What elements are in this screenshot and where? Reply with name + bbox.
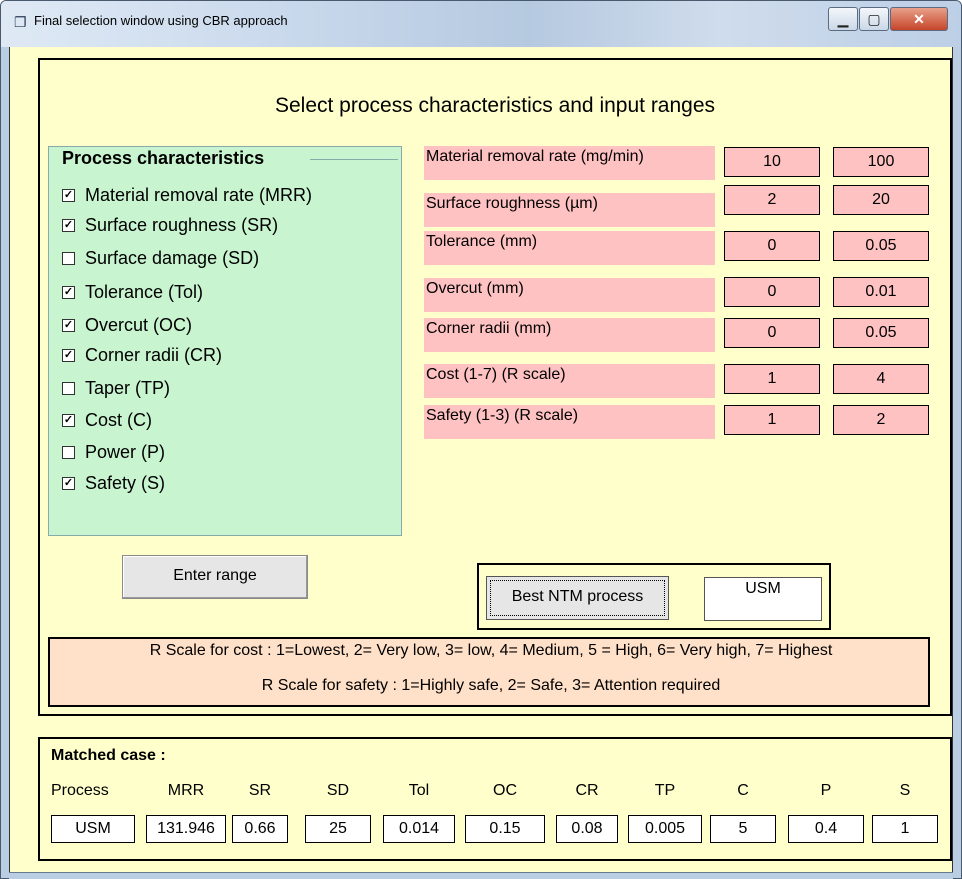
checkbox-tol[interactable]: ✓ Tolerance (Tol) [62,282,203,303]
range-min-tol[interactable]: 0 [724,231,820,261]
checkbox-label: Power (P) [85,442,166,462]
scale-notes-panel: R Scale for cost : 1=Lowest, 2= Very low… [48,637,930,707]
checkbox-tp[interactable]: Taper (TP) [62,378,170,399]
matched-sd-value[interactable]: 25 [305,815,371,843]
column-header-s: S [899,782,911,799]
checkbox-safety[interactable]: ✓ Safety (S) [62,473,165,494]
range-min-oc[interactable]: 0 [724,277,820,307]
matched-cr-value[interactable]: 0.08 [556,815,618,843]
column-header-mrr: MRR [167,782,205,799]
close-button[interactable]: ✕ [890,7,948,31]
column-header-tp: TP [654,782,676,799]
checkbox-box[interactable] [62,446,75,459]
matched-oc-value[interactable]: 0.15 [465,815,545,843]
checkbox-box[interactable]: ✓ [62,189,75,202]
checkbox-label: Surface damage (SD) [85,248,260,268]
matched-tp-value[interactable]: 0.005 [628,815,702,843]
column-header-p: P [820,782,832,799]
range-max-mrr[interactable]: 100 [833,147,929,177]
checkbox-label: Safety (S) [85,473,166,493]
focus-rectangle [490,580,665,616]
page-title: Select process characteristics and input… [274,94,716,117]
column-header-oc: OC [493,782,517,799]
column-header-c: C [737,782,749,799]
maximize-button[interactable]: ▢ [859,7,889,31]
best-process-result: USM [704,577,822,621]
checkbox-label: Corner radii (CR) [85,345,223,365]
range-label-tol: Tolerance (mm) [424,231,715,265]
window-icon[interactable]: ❐ [14,14,32,30]
range-max-safety[interactable]: 2 [833,405,929,435]
checkbox-label: Taper (TP) [85,378,171,398]
checkbox-box[interactable]: ✓ [62,477,75,490]
minimize-button[interactable]: ▁ [828,7,858,31]
enter-range-button[interactable]: Enter range [122,555,308,599]
checkbox-box[interactable] [62,252,75,265]
range-min-mrr[interactable]: 10 [724,147,820,177]
cost-scale-note: R Scale for cost : 1=Lowest, 2= Very low… [149,642,833,659]
checkbox-oc[interactable]: ✓ Overcut (OC) [62,315,192,336]
checkbox-label: Tolerance (Tol) [85,282,204,302]
matched-mrr-value[interactable]: 131.946 [146,815,226,843]
column-header-tol: Tol [408,782,430,799]
checkbox-box[interactable]: ✓ [62,319,75,332]
checkbox-label: Cost (C) [85,410,152,430]
range-min-cost[interactable]: 1 [724,364,820,394]
column-header-sd: SD [326,782,350,799]
checkbox-box[interactable]: ✓ [62,286,75,299]
range-min-sr[interactable]: 2 [724,185,820,215]
checkbox-label: Material removal rate (MRR) [85,185,313,205]
column-header-cr: CR [575,782,599,799]
checkbox-label: Surface roughness (SR) [85,215,279,235]
range-label-safety: Safety (1-3) (R scale) [424,405,715,439]
column-header-process: Process [51,782,109,799]
column-header-sr: SR [248,782,272,799]
matched-c-value[interactable]: 5 [710,815,776,843]
range-label-oc: Overcut (mm) [424,278,715,312]
checkbox-box[interactable]: ✓ [62,349,75,362]
matched-sr-value[interactable]: 0.66 [232,815,288,843]
checkbox-sd[interactable]: Surface damage (SD) [62,248,259,269]
process-characteristics-title: Process characteristics [60,148,267,169]
range-max-cost[interactable]: 4 [833,364,929,394]
range-label-cr: Corner radii (mm) [424,318,715,352]
checkbox-cost[interactable]: ✓ Cost (C) [62,410,152,431]
matched-tol-value[interactable]: 0.014 [383,815,455,843]
checkbox-power[interactable]: Power (P) [62,442,165,463]
matched-case-title: Matched case : [51,747,166,764]
range-label-cost: Cost (1-7) (R scale) [424,364,715,398]
range-max-tol[interactable]: 0.05 [833,231,929,261]
checkbox-box[interactable] [62,382,75,395]
range-min-safety[interactable]: 1 [724,405,820,435]
range-label-sr: Surface roughness (µm) [424,193,715,227]
matched-s-value[interactable]: 1 [872,815,938,843]
checkbox-box[interactable]: ✓ [62,219,75,232]
checkbox-mrr[interactable]: ✓ Material removal rate (MRR) [62,185,312,206]
checkbox-sr[interactable]: ✓ Surface roughness (SR) [62,215,278,236]
matched-process-value[interactable]: USM [51,815,135,843]
group-border-line [310,159,398,160]
range-label-mrr: Material removal rate (mg/min) [424,146,715,180]
range-min-cr[interactable]: 0 [724,318,820,348]
window-title: Final selection window using CBR approac… [34,13,288,28]
safety-scale-note: R Scale for safety : 1=Highly safe, 2= S… [261,677,721,694]
matched-p-value[interactable]: 0.4 [788,815,864,843]
window-bottom-border [9,872,953,879]
checkbox-cr[interactable]: ✓ Corner radii (CR) [62,345,222,366]
range-max-oc[interactable]: 0.01 [833,277,929,307]
checkbox-box[interactable]: ✓ [62,414,75,427]
checkbox-label: Overcut (OC) [85,315,193,335]
range-max-sr[interactable]: 20 [833,185,929,215]
range-max-cr[interactable]: 0.05 [833,318,929,348]
